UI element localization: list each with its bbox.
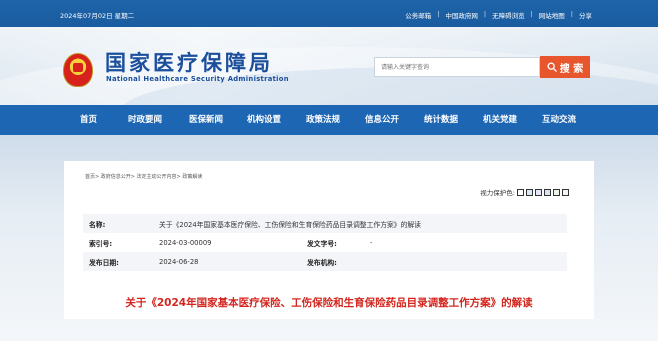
top-bar: 2024年07月02日 星期二 公务邮箱 | 中国政府网 | 无障碍浏览 | 网… [0,0,658,27]
org-value [364,252,567,271]
breadcrumb[interactable]: 首页> 政府信息公开> 法定主动公开内容> 政策解读 [85,173,202,180]
color-swatch-white[interactable] [517,188,524,196]
name-label: 名称: [83,214,153,233]
color-swatch-lavender[interactable] [535,188,542,196]
name-value: 关于《2024年国家基本医疗保险、工伤保险和生育保险药品目录调整工作方案》的解读 [153,214,567,233]
nav-item-interaction[interactable]: 互动交流 [542,105,576,135]
color-swatch-green[interactable] [553,188,560,196]
link-mail[interactable]: 公务邮箱 [405,10,431,20]
table-row: 名称: 关于《2024年国家基本医疗保险、工伤保险和生育保险药品目录调整工作方案… [83,214,567,233]
vision-label: 视力保护色: [480,189,515,197]
nav-item-disclosure[interactable]: 信息公开 [365,105,399,135]
top-links: 公务邮箱 | 中国政府网 | 无障碍浏览 | 网站地图 | 分享 [405,10,592,20]
separator: | [570,10,573,18]
color-swatch-blue[interactable] [526,188,533,196]
nav-item-healthcare-news[interactable]: 医保新闻 [189,105,223,135]
index-label: 索引号: [83,233,153,252]
color-swatch-grey[interactable] [562,188,569,196]
nav-item-policy[interactable]: 政策法规 [306,105,340,135]
search-input[interactable] [374,57,540,77]
article-panel: 首页> 政府信息公开> 法定主动公开内容> 政策解读 视力保护色: 名称: 关于… [64,161,594,319]
link-accessibility[interactable]: 无障碍浏览 [492,10,525,20]
vision-protection: 视力保护色: [480,187,569,197]
nav-item-home[interactable]: 首页 [80,105,97,135]
nav-item-organization[interactable]: 机构设置 [247,105,281,135]
doc-number-label: 发文字号: [301,233,364,252]
national-emblem-icon[interactable] [63,53,93,87]
org-label: 发布机构: [301,252,364,271]
separator: | [530,10,533,18]
doc-number-value: - [364,233,567,252]
search-button[interactable]: 搜 索 [540,56,590,78]
article-title: 关于《2024年国家基本医疗保险、工伤保险和生育保险药品目录调整工作方案》的解读 [125,297,533,309]
site-subtitle: National Healthcare Security Administrat… [106,75,289,83]
separator: | [437,10,440,18]
search-icon [547,62,557,72]
date-label: 发布日期: [83,252,153,271]
table-row: 索引号: 2024-03-00009 发文字号: - [83,233,567,252]
main-nav: 首页 时政要闻 医保新闻 机构设置 政策法规 信息公开 统计数据 机关党建 互动… [0,105,658,135]
link-gov[interactable]: 中国政府网 [445,10,478,20]
color-swatch-grey-blue[interactable] [544,188,551,196]
table-row: 发布日期: 2024-06-28 发布机构: [83,252,567,271]
separator: | [483,10,487,18]
link-sitemap[interactable]: 网站地图 [539,10,565,20]
date-value: 2024-06-28 [153,252,301,271]
nav-item-party[interactable]: 机关党建 [483,105,517,135]
search-button-label: 搜 索 [559,63,584,75]
document-meta-table: 名称: 关于《2024年国家基本医疗保险、工伤保险和生育保险药品目录调整工作方案… [83,214,567,271]
site-title[interactable]: 国家医疗保障局 [105,47,273,77]
index-value: 2024-03-00009 [153,233,301,252]
current-date: 2024年07月02日 星期二 [60,12,135,20]
link-share[interactable]: 分享 [579,10,592,20]
nav-item-statistics[interactable]: 统计数据 [424,105,458,135]
nav-item-news[interactable]: 时政要闻 [128,105,162,135]
